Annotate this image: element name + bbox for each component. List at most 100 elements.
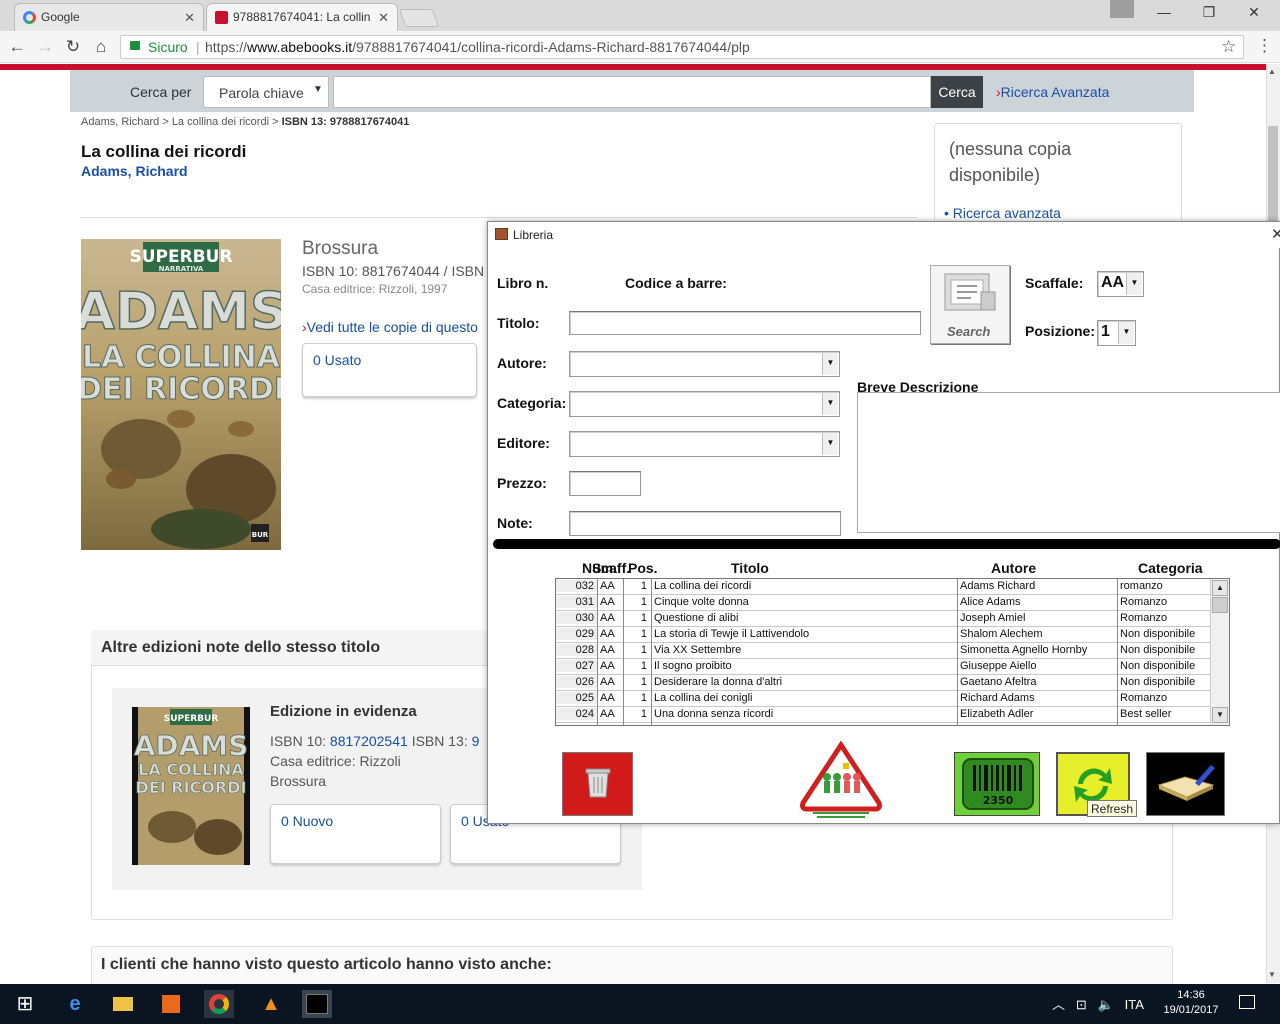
cell-num: 027: [556, 660, 597, 672]
edition-cover-image[interactable]: SUPERBUR ADAMS LA COLLINA DEI RICORDI: [132, 707, 250, 865]
clock[interactable]: 14:36 19/01/2017: [1161, 988, 1221, 1018]
scroll-down-icon[interactable]: ▼: [1268, 970, 1276, 979]
chevron-down-icon[interactable]: ▼: [822, 433, 838, 455]
table-row[interactable]: 026 AA 1 Desiderare la donna d'altri Gaetano…: [556, 675, 1211, 691]
reload-icon[interactable]: ↻: [62, 37, 84, 57]
author-combo[interactable]: ▼: [569, 351, 840, 377]
column-header[interactable]: Categoria: [1138, 560, 1203, 576]
new-copies-box[interactable]: 0 Nuovo: [270, 804, 441, 864]
barcode-button[interactable]: 2350: [954, 752, 1040, 816]
category-combo[interactable]: ▼: [569, 391, 840, 417]
isbn13-link[interactable]: 9: [472, 733, 480, 749]
breadcrumb-isbn: ISBN 13: 9788817674041: [281, 116, 410, 128]
title-field[interactable]: [569, 311, 921, 335]
column-header[interactable]: Autore: [991, 560, 1036, 576]
url-host: www.abebooks.it: [247, 39, 353, 55]
windows-start-icon[interactable]: ⊞: [10, 990, 40, 1018]
app-window-icon[interactable]: [302, 990, 332, 1018]
advanced-search-link[interactable]: ›Ricerca Avanzata: [996, 84, 1109, 100]
publisher-combo[interactable]: ▼: [569, 431, 840, 457]
close-window-icon[interactable]: ✕: [1271, 225, 1280, 243]
file-explorer-icon[interactable]: [108, 990, 138, 1018]
chevron-down-icon[interactable]: ▼: [822, 393, 838, 415]
notes-field[interactable]: [569, 511, 841, 536]
chevron-down-icon[interactable]: ▼: [1118, 322, 1134, 344]
url-text[interactable]: https://www.abebooks.it/9788817674041/co…: [205, 39, 750, 55]
book-author-link[interactable]: Adams, Richard: [81, 163, 188, 179]
edit-book-button[interactable]: [1146, 752, 1225, 816]
scroll-up-icon[interactable]: ▲: [1212, 580, 1228, 596]
tab-google[interactable]: Google ✕: [14, 3, 204, 31]
table-row[interactable]: 030 AA 1 Questione di alibi Joseph Amiel Roma…: [556, 611, 1211, 627]
cell-pos: 1: [640, 660, 647, 672]
grid-scroll-thumb[interactable]: [1212, 597, 1228, 613]
close-tab-icon[interactable]: ✕: [184, 10, 195, 26]
column-header[interactable]: Pos.: [628, 560, 658, 576]
scrollbar-thumb[interactable]: [1268, 126, 1278, 236]
scroll-up-icon[interactable]: ▲: [1268, 67, 1276, 76]
column-header[interactable]: Titolo: [731, 560, 769, 576]
tab-abebooks[interactable]: 9788817674041: La collin ✕: [206, 3, 398, 31]
price-field[interactable]: [569, 471, 641, 496]
books-grid[interactable]: 032 AA 1 La collina dei ricordi Adams Richar…: [555, 578, 1230, 726]
cell-titolo: Via XX Settembre: [654, 644, 742, 656]
media-player-icon[interactable]: [156, 990, 186, 1018]
used-copies-box[interactable]: 0 Usato: [302, 343, 477, 397]
column-header[interactable]: Scaff.: [592, 560, 630, 576]
table-row[interactable]: 031 AA 1 Cinque volte donna Alice Adams Roman…: [556, 595, 1211, 611]
close-window-icon[interactable]: ✕: [1240, 4, 1268, 24]
url-path: /9788817674041/collina-ricordi-Adams-Ric…: [352, 39, 750, 55]
other-editions-heading: Altre edizioni note dello stesso titolo: [101, 639, 381, 656]
restore-icon[interactable]: ❐: [1195, 4, 1223, 24]
language-indicator[interactable]: ITA: [1125, 997, 1144, 1012]
edition-publisher: Casa editrice: Rizzoli: [270, 753, 401, 769]
home-icon[interactable]: ⌂: [90, 37, 112, 57]
network-icon[interactable]: ⊡: [1076, 997, 1087, 1012]
search-input[interactable]: [333, 76, 931, 108]
window-title-bar[interactable]: [488, 222, 1280, 248]
vlc-icon[interactable]: ▲: [256, 990, 286, 1018]
cover-title-line2: DEI RICORDI: [136, 778, 247, 797]
sidebar-advanced-search-link[interactable]: • Ricerca avanzata: [944, 205, 1061, 221]
table-row[interactable]: 029 AA 1 La storia di Tewje il Lattivendolo…: [556, 627, 1211, 643]
grid-scrollbar[interactable]: ▲ ▼: [1210, 579, 1229, 725]
search-type-select[interactable]: Parola chiave: [203, 76, 329, 108]
action-center-icon[interactable]: [1239, 995, 1255, 1009]
table-row[interactable]: 024 AA 1 Una donna senza ricordi Elizabeth A…: [556, 707, 1211, 723]
cell-categoria: Romanzo: [1120, 692, 1168, 704]
position-combo[interactable]: 1 ▼: [1097, 320, 1136, 346]
chevron-up-icon[interactable]: ︿: [1052, 997, 1065, 1012]
delete-button[interactable]: [562, 752, 633, 816]
cover-title-line2: DEI RICORDI: [81, 372, 281, 407]
table-row[interactable]: 025 AA 1 La collina dei conigli Richard Adam…: [556, 691, 1211, 707]
cell-categoria: Non disponibile: [1120, 628, 1196, 640]
description-textarea[interactable]: [857, 392, 1280, 533]
shelf-combo[interactable]: AA ▼: [1097, 271, 1144, 297]
table-row[interactable]: 032 AA 1 La collina dei ricordi Adams Richar…: [556, 579, 1211, 595]
volume-icon[interactable]: 🔈: [1098, 997, 1114, 1012]
cell-pos: 1: [640, 628, 647, 640]
chrome-icon[interactable]: [204, 990, 234, 1018]
new-tab-button[interactable]: [398, 9, 440, 27]
chevron-down-icon[interactable]: ▼: [822, 353, 838, 375]
back-icon[interactable]: ←: [6, 37, 28, 57]
minimize-icon[interactable]: —: [1150, 4, 1178, 24]
menu-icon[interactable]: ⋮: [1256, 36, 1273, 56]
breadcrumb-author[interactable]: Adams, Richard: [81, 116, 159, 128]
see-all-copies-link[interactable]: ›Vedi tutte le copie di questo: [302, 319, 478, 335]
isbn10-link[interactable]: 8817202541: [330, 733, 408, 749]
chevron-down-icon[interactable]: ▼: [1126, 273, 1142, 295]
edge-icon[interactable]: e: [60, 990, 90, 1018]
table-row[interactable]: 028 AA 1 Via XX Settembre Simonetta Agnello …: [556, 643, 1211, 659]
bookmark-star-icon[interactable]: ☆: [1221, 37, 1236, 57]
cell-titolo: Desiderare la donna d'altri: [654, 676, 783, 688]
cell-num: 029: [556, 628, 597, 640]
scroll-down-icon[interactable]: ▼: [1212, 707, 1228, 723]
forward-icon[interactable]: →: [34, 37, 56, 57]
cell-scaff: AA: [600, 692, 615, 704]
table-row[interactable]: 027 AA 1 Il sogno proibito Giuseppe Aiello No…: [556, 659, 1211, 675]
close-tab-icon[interactable]: ✕: [378, 10, 389, 26]
search-button[interactable]: Cerca: [931, 76, 983, 108]
breadcrumb-title[interactable]: La collina dei ricordi: [172, 116, 269, 128]
profile-icon[interactable]: [1110, 0, 1134, 18]
